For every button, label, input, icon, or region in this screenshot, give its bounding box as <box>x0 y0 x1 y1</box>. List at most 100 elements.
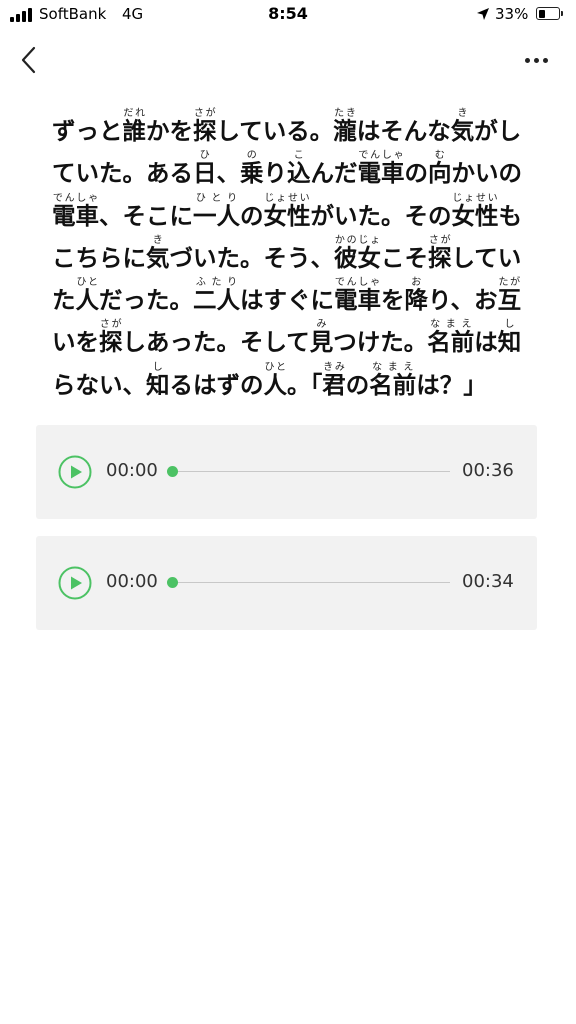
furigana-word: 向む <box>428 150 452 188</box>
audio-player: 00:00 00:34 <box>36 536 537 630</box>
play-button[interactable] <box>58 566 92 600</box>
progress-track[interactable] <box>172 582 450 583</box>
furigana-reading: でんしゃ <box>357 150 405 162</box>
passage-text: の <box>404 159 429 188</box>
progress-knob[interactable] <box>166 466 178 477</box>
furigana-word: 互たが <box>497 277 522 315</box>
passage-text: 、そこに <box>99 201 193 230</box>
passage-text: している。 <box>216 117 334 145</box>
audio-player: 00:00 00:36 <box>36 425 537 519</box>
furigana-reading: み <box>309 319 334 331</box>
furigana-reading: さが <box>428 234 452 246</box>
passage-text: 。「 <box>287 370 323 399</box>
furigana-word: 一人ひとり <box>193 192 240 230</box>
furigana-reading: たが <box>497 277 522 289</box>
furigana-reading: だれ <box>122 108 147 119</box>
furigana-reading: ひと <box>75 277 99 289</box>
furigana-word: 名前なまえ <box>369 361 417 399</box>
battery-cap <box>561 11 563 16</box>
furigana-word: 気き <box>146 234 170 272</box>
play-circle-icon <box>58 455 92 489</box>
navigation-bar <box>0 32 576 88</box>
passage-text: り、お <box>428 286 498 315</box>
furigana-reading: なまえ <box>427 319 475 331</box>
reading-passage: ずっと誰だれかを探さがしている。瀧たきはそんな気きがしていた。ある日ひ、乗のり込… <box>52 108 530 406</box>
furigana-word: 彼女かのじょ <box>334 234 381 272</box>
furigana-reading: さが <box>99 319 123 331</box>
furigana-word: 乗の <box>240 150 264 188</box>
passage-text: はすぐに <box>240 286 334 315</box>
furigana-word: 女性じょせい <box>451 192 499 230</box>
furigana-reading: き <box>146 234 170 246</box>
furigana-word: 電車でんしゃ <box>52 192 99 230</box>
furigana-word: 人ひと <box>263 361 288 399</box>
furigana-reading: でんしゃ <box>52 192 99 204</box>
furigana-word: 女性じょせい <box>263 192 311 230</box>
passage-text: 、 <box>216 159 241 188</box>
battery-icon <box>536 7 560 20</box>
passage-text: の <box>345 370 370 399</box>
passage-text: んだ <box>310 159 358 188</box>
passage-text: り <box>263 159 288 188</box>
passage-text: しあった。そして <box>122 328 310 357</box>
progress-knob[interactable] <box>166 577 178 588</box>
furigana-word: 降お <box>404 277 429 315</box>
furigana-reading: じょせい <box>451 192 499 204</box>
furigana-reading: こ <box>287 150 311 162</box>
passage-text: は <box>474 328 498 357</box>
furigana-word: 探さが <box>193 108 217 146</box>
location-arrow-icon <box>477 8 489 20</box>
more-horizontal-icon-dot <box>543 58 548 63</box>
passage-text: を <box>381 286 405 315</box>
more-horizontal-icon <box>525 58 530 63</box>
passage-text: づいた。そう、 <box>169 243 335 272</box>
battery-level <box>538 9 545 18</box>
passage-text: はそんな <box>356 117 451 145</box>
furigana-reading: し <box>497 319 522 331</box>
passage-text: だった。 <box>99 286 193 315</box>
passage-text: かいの <box>451 159 523 188</box>
furigana-word: 名前なまえ <box>427 319 475 357</box>
furigana-reading: き <box>450 108 475 119</box>
passage-text: は？」 <box>416 370 487 399</box>
more-options-button[interactable] <box>516 42 556 78</box>
furigana-word: 電車でんしゃ <box>334 277 381 315</box>
furigana-reading: かのじょ <box>334 234 381 246</box>
furigana-reading: の <box>240 150 264 162</box>
furigana-reading: じょせい <box>263 192 311 204</box>
chevron-left-icon <box>21 46 36 74</box>
furigana-word: 日ひ <box>193 150 217 188</box>
furigana-word: 気き <box>450 108 475 146</box>
furigana-word: 知し <box>146 361 170 399</box>
total-time: 00:34 <box>462 571 514 592</box>
current-time: 00:00 <box>106 460 158 481</box>
back-button[interactable] <box>10 40 50 80</box>
furigana-word: 見み <box>309 319 334 357</box>
passage-text: らない、 <box>52 370 146 399</box>
battery-percentage: 33% <box>495 5 529 23</box>
furigana-reading: さが <box>193 108 217 119</box>
play-circle-icon <box>58 566 92 600</box>
furigana-reading: し <box>146 361 170 373</box>
furigana-word: 誰だれ <box>122 108 147 146</box>
furigana-word: 二人ふたり <box>193 277 240 315</box>
passage-text: の <box>240 201 264 230</box>
furigana-word: 探さが <box>428 234 452 272</box>
play-button[interactable] <box>58 455 92 489</box>
progress-track[interactable] <box>172 471 450 472</box>
furigana-word: 探さが <box>99 319 123 357</box>
furigana-reading: ひとり <box>193 192 240 204</box>
more-horizontal-icon-dot <box>534 58 539 63</box>
passage-text: ずっと <box>52 117 123 145</box>
passage-text: こそ <box>381 243 428 272</box>
passage-text: いを <box>52 328 99 357</box>
furigana-word: 電車でんしゃ <box>357 150 405 188</box>
passage-text: かを <box>146 117 193 145</box>
total-time: 00:36 <box>462 460 514 481</box>
furigana-word: 込こ <box>287 150 311 188</box>
passage-text: つけた。 <box>333 328 428 357</box>
furigana-word: 瀧たき <box>333 108 357 146</box>
current-time: 00:00 <box>106 571 158 592</box>
furigana-reading: ひ <box>193 150 217 162</box>
furigana-reading: ふたり <box>193 277 240 289</box>
